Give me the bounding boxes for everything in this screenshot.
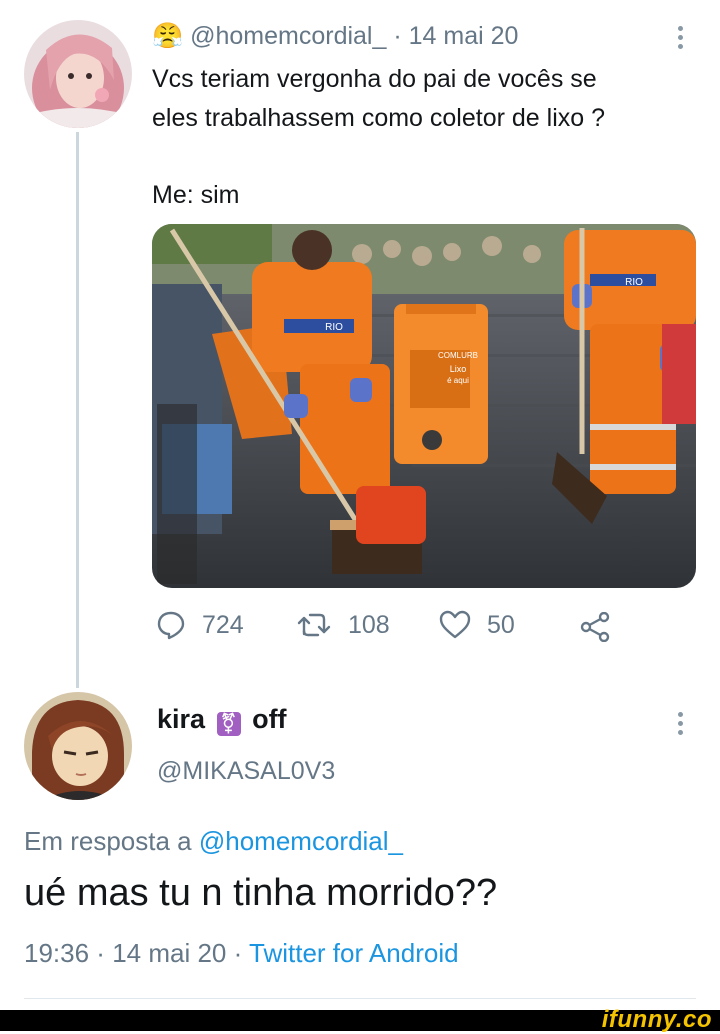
reply-menu-icon[interactable] <box>677 712 683 735</box>
tweet-text-line-2: eles trabalhassem como coletor de lixo ? <box>152 104 606 132</box>
author-avatar-image <box>24 20 132 128</box>
tweet-date[interactable]: 14 mai 20 <box>409 22 519 50</box>
gender-symbol-emoji-icon: ⚧ <box>216 712 241 736</box>
reply-avatar-image <box>24 692 132 800</box>
vest-label-right: RIO <box>625 277 643 288</box>
reply-author-avatar[interactable] <box>24 692 132 800</box>
retweet-icon <box>297 613 331 637</box>
tweet-text-line-3: Me: sim <box>152 181 240 209</box>
retweet-count: 108 <box>348 610 390 639</box>
vest-label-left: RIO <box>325 322 343 333</box>
author-emoji: 😤 <box>152 22 184 50</box>
reply-time: 19:36 <box>24 938 90 968</box>
heart-icon <box>439 610 471 639</box>
bin-sign-3: é aqui <box>447 376 469 385</box>
reply-date: 14 mai 20 <box>112 938 227 968</box>
tweet-text-line-1: Vcs teriam vergonha do pai de vocês se <box>152 65 597 93</box>
bottom-divider <box>24 998 696 999</box>
reply-meta-sep-1: · <box>89 938 113 968</box>
reply-client-link[interactable]: Twitter for Android <box>249 938 459 968</box>
bin-sign-2: Lixo <box>450 364 467 374</box>
reply-count: 724 <box>202 610 244 639</box>
reply-author-handle[interactable]: @MIKASAL0V3 <box>157 757 335 786</box>
tweet-actions: 724 108 50 <box>156 610 626 650</box>
tweet-header: 😤 @homemcordial_ · 14 mai 20 <box>152 22 518 51</box>
reply-text: ué mas tu n tinha morrido?? <box>24 872 498 914</box>
reply-author-name[interactable]: kira ⚧ off <box>157 704 287 736</box>
bin-sign-1: COMLURB <box>438 351 478 360</box>
replying-to-prefix: Em resposta a <box>24 826 199 856</box>
street-sweepers-photo: COMLURB Lixo é aqui RIO RIO <box>152 224 696 588</box>
reply-action[interactable]: 724 <box>156 610 244 640</box>
author-avatar[interactable] <box>24 20 132 128</box>
reply-name-part2: off <box>252 704 287 734</box>
share-action[interactable] <box>580 611 612 647</box>
tweet-menu-icon[interactable] <box>677 26 683 49</box>
tweet-photo[interactable]: COMLURB Lixo é aqui RIO RIO <box>152 224 696 588</box>
reply-name-part1: kira <box>157 704 206 734</box>
like-action[interactable]: 50 <box>439 610 515 640</box>
replying-to: Em resposta a @homemcordial_ <box>24 826 403 857</box>
like-count: 50 <box>487 610 515 639</box>
reply-meta: 19:36 · 14 mai 20 · Twitter for Android <box>24 938 459 969</box>
reply-meta-sep-2: · <box>226 938 250 968</box>
replying-to-handle-link[interactable]: @homemcordial_ <box>199 826 403 856</box>
retweet-action[interactable]: 108 <box>296 610 390 640</box>
share-icon <box>580 611 610 643</box>
reply-icon <box>157 611 185 640</box>
tweet-text: Vcs teriam vergonha do pai de vocês se e… <box>152 60 605 215</box>
thread-connector-line <box>76 132 79 688</box>
header-separator: · <box>386 22 409 50</box>
ifunny-watermark-logo: ifunny.co <box>601 1006 712 1033</box>
author-handle[interactable]: @homemcordial_ <box>190 22 386 50</box>
